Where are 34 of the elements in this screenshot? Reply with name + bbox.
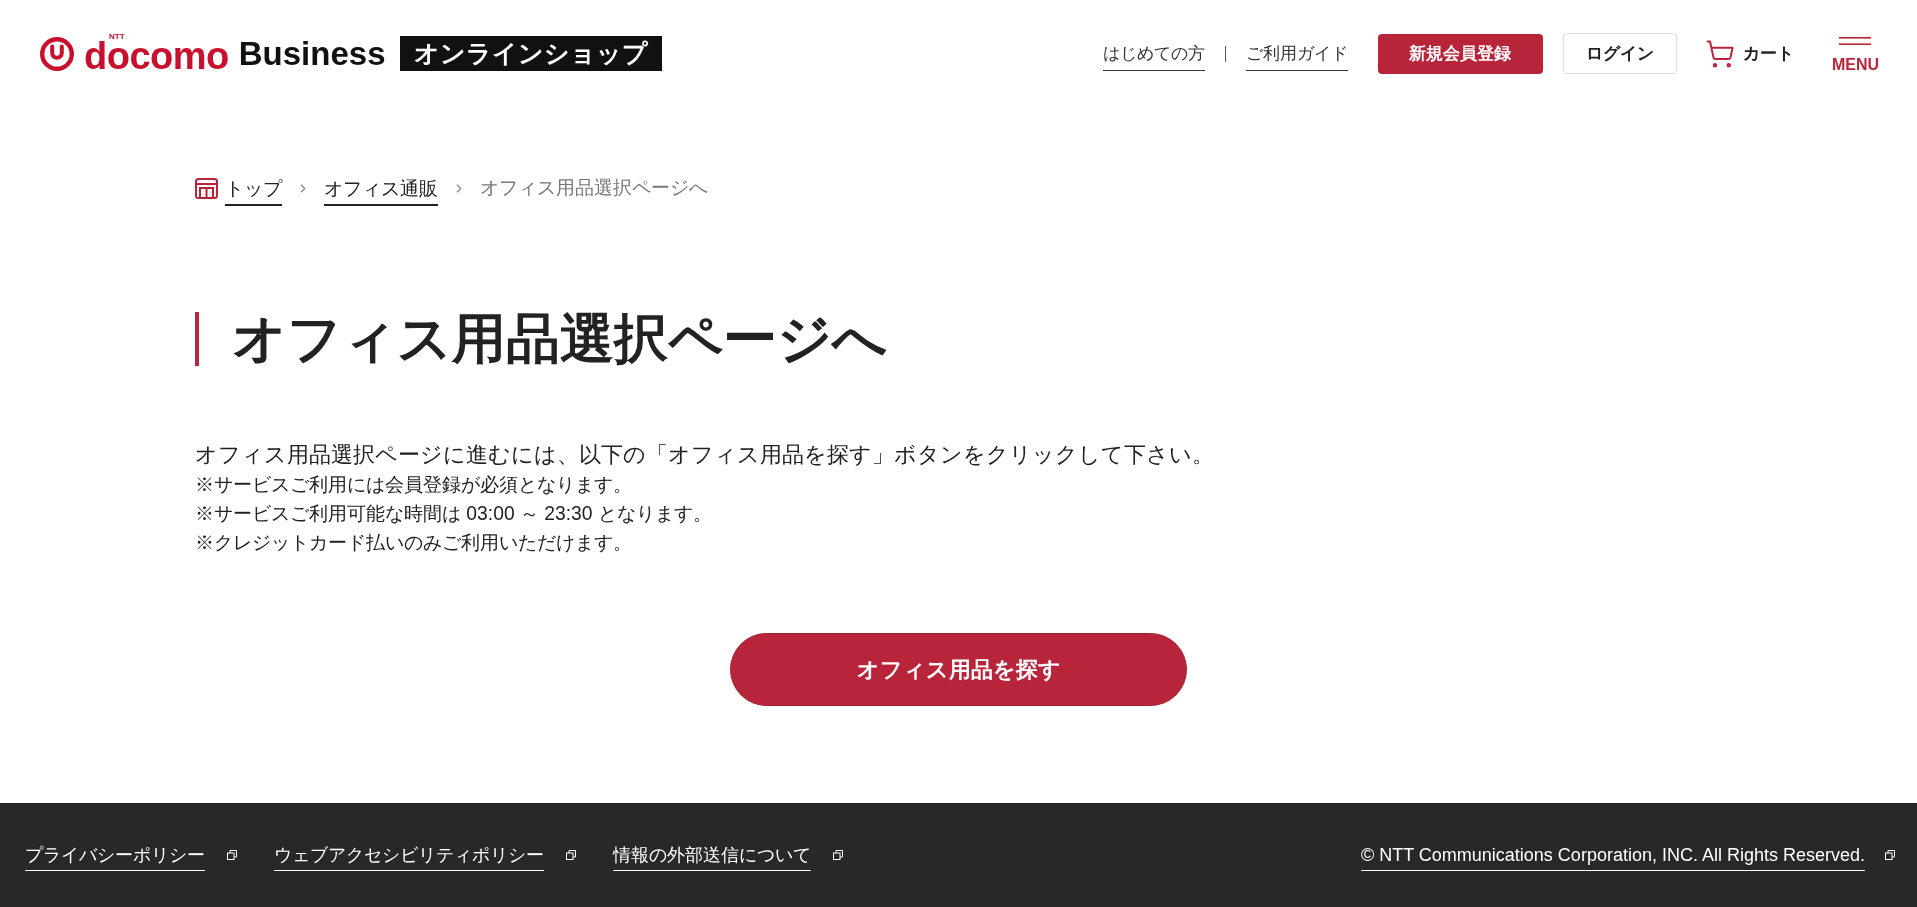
chevron-icon: [456, 183, 462, 193]
hamburger-icon: [1839, 36, 1872, 45]
footer-link[interactable]: 情報の外部送信について: [613, 843, 811, 871]
title-accent-bar: [195, 312, 199, 366]
shop-badge: オンラインショップ: [399, 36, 662, 71]
external-link-icon: [833, 850, 843, 860]
logo-icon: [40, 36, 74, 71]
note-text: ※サービスご利用可能な時間は 03:00 ～ 23:30 となります。: [195, 502, 712, 526]
brand-division-text: Business: [238, 33, 386, 74]
breadcrumb-current: オフィス用品選択ページへ: [480, 176, 708, 200]
footer-link[interactable]: プライバシーポリシー: [25, 843, 205, 871]
external-link-icon: [566, 850, 576, 860]
shop-icon: [195, 177, 218, 199]
login-button[interactable]: ログイン: [1562, 33, 1677, 74]
ntt-label: NTT: [109, 32, 125, 41]
nav-link[interactable]: ご利用ガイド: [1245, 42, 1348, 71]
intro-text: オフィス用品選択ページに進むには、以下の「オフィス用品を探す」ボタンをクリックして下さい。: [195, 441, 1214, 469]
page-title: オフィス用品選択ページへ: [232, 308, 887, 370]
menu-button[interactable]: MENU: [1831, 34, 1879, 73]
nav-link[interactable]: はじめての方: [1102, 42, 1205, 71]
register-button[interactable]: 新規会員登録: [1377, 33, 1543, 74]
copyright-link[interactable]: © NTT Communications Corporation, INC. All Rights Reserved.: [1360, 843, 1865, 871]
breadcrumb-link[interactable]: オフィス通販: [324, 176, 438, 206]
note-text: ※クレジットカード払いのみご利用いただけます。: [195, 531, 632, 555]
brand-wordmark: docomo: [84, 40, 229, 71]
search-supplies-button[interactable]: オフィス用品を探す: [730, 633, 1187, 706]
external-link-icon: [227, 850, 237, 860]
chevron-icon: [300, 183, 306, 193]
note-text: ※サービスご利用には会員登録が必須となります。: [195, 473, 632, 497]
breadcrumb-link[interactable]: トップ: [225, 176, 282, 206]
footer-link[interactable]: ウェブアクセシビリティポリシー: [274, 843, 544, 871]
external-link-icon: [1885, 850, 1895, 860]
cart-link[interactable]: カート: [1704, 38, 1794, 69]
cart-icon: [1704, 38, 1735, 69]
